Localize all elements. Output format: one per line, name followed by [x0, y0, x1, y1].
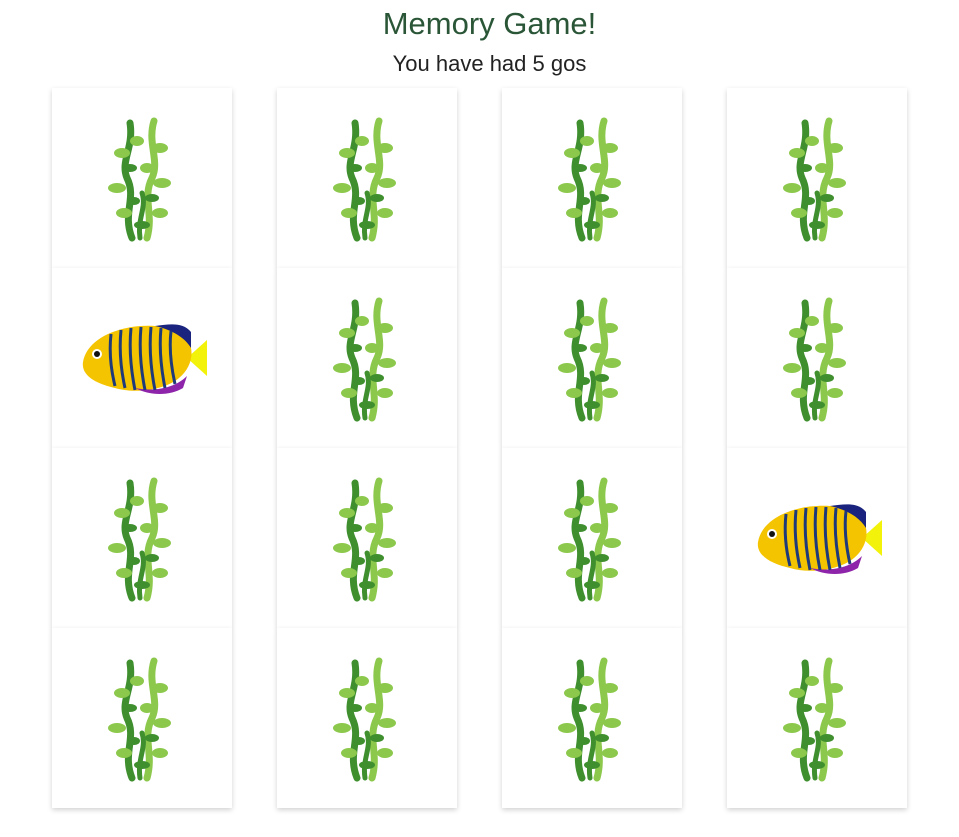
gos-counter: You have had 5 gos [392, 51, 587, 76]
memory-card[interactable] [502, 448, 682, 628]
memory-card[interactable] [727, 88, 907, 268]
memory-card[interactable] [502, 88, 682, 268]
seaweed-icon [333, 297, 396, 422]
memory-card[interactable] [52, 268, 232, 448]
seaweed-icon [333, 657, 396, 782]
seaweed-icon [333, 117, 396, 242]
memory-card[interactable] [502, 628, 682, 808]
seaweed-icon [108, 657, 171, 782]
seaweed-icon [558, 477, 621, 602]
angelfish-icon [757, 504, 882, 574]
seaweed-icon [783, 657, 846, 782]
memory-card[interactable] [277, 628, 457, 808]
memory-card[interactable] [277, 268, 457, 448]
seaweed-icon [558, 117, 621, 242]
angelfish-icon [82, 324, 207, 394]
memory-card[interactable] [502, 268, 682, 448]
memory-card[interactable] [727, 268, 907, 448]
seaweed-icon [783, 117, 846, 242]
memory-card[interactable] [277, 448, 457, 628]
memory-card[interactable] [727, 448, 907, 628]
memory-card[interactable] [727, 628, 907, 808]
seaweed-icon [108, 477, 171, 602]
seaweed-icon [783, 297, 846, 422]
card-grid [52, 88, 907, 808]
memory-card[interactable] [52, 88, 232, 268]
seaweed-icon [558, 657, 621, 782]
seaweed-icon [108, 117, 171, 242]
memory-card[interactable] [52, 628, 232, 808]
seaweed-icon [558, 297, 621, 422]
memory-card[interactable] [277, 88, 457, 268]
page-title: Memory Game! [382, 6, 597, 41]
memory-card[interactable] [52, 448, 232, 628]
seaweed-icon [333, 477, 396, 602]
